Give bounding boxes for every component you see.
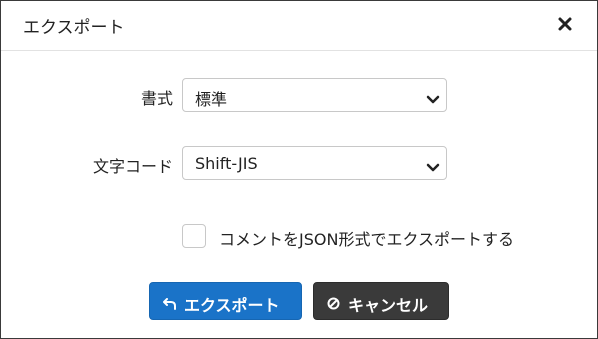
chevron-down-icon [426,90,440,109]
format-selected-value: 標準 [195,90,228,109]
format-select[interactable]: 標準 [182,78,447,112]
format-label: 書式 [140,89,173,108]
cancel-button-label: キャンセル [348,296,429,315]
dialog-title: エクスポート [23,18,125,38]
export-button-label: エクスポート [184,296,280,315]
export-dialog: エクスポート 書式 標準 文字コード Shift-JIS コメントをJSON形式… [0,0,598,339]
export-button[interactable]: エクスポート [149,282,302,320]
cancel-button[interactable]: キャンセル [313,282,449,320]
encoding-selected-value: Shift-JIS [195,154,258,173]
close-icon[interactable] [555,14,575,34]
chevron-down-icon [426,158,440,177]
encoding-label: 文字コード [92,157,173,176]
json-format-checkbox[interactable] [182,224,206,248]
dialog-header: エクスポート [1,1,597,51]
ban-icon [327,295,340,314]
encoding-select[interactable]: Shift-JIS [182,146,447,180]
undo-arrow-icon [163,295,177,314]
json-format-label[interactable]: コメントをJSON形式でエクスポートする [219,226,514,250]
